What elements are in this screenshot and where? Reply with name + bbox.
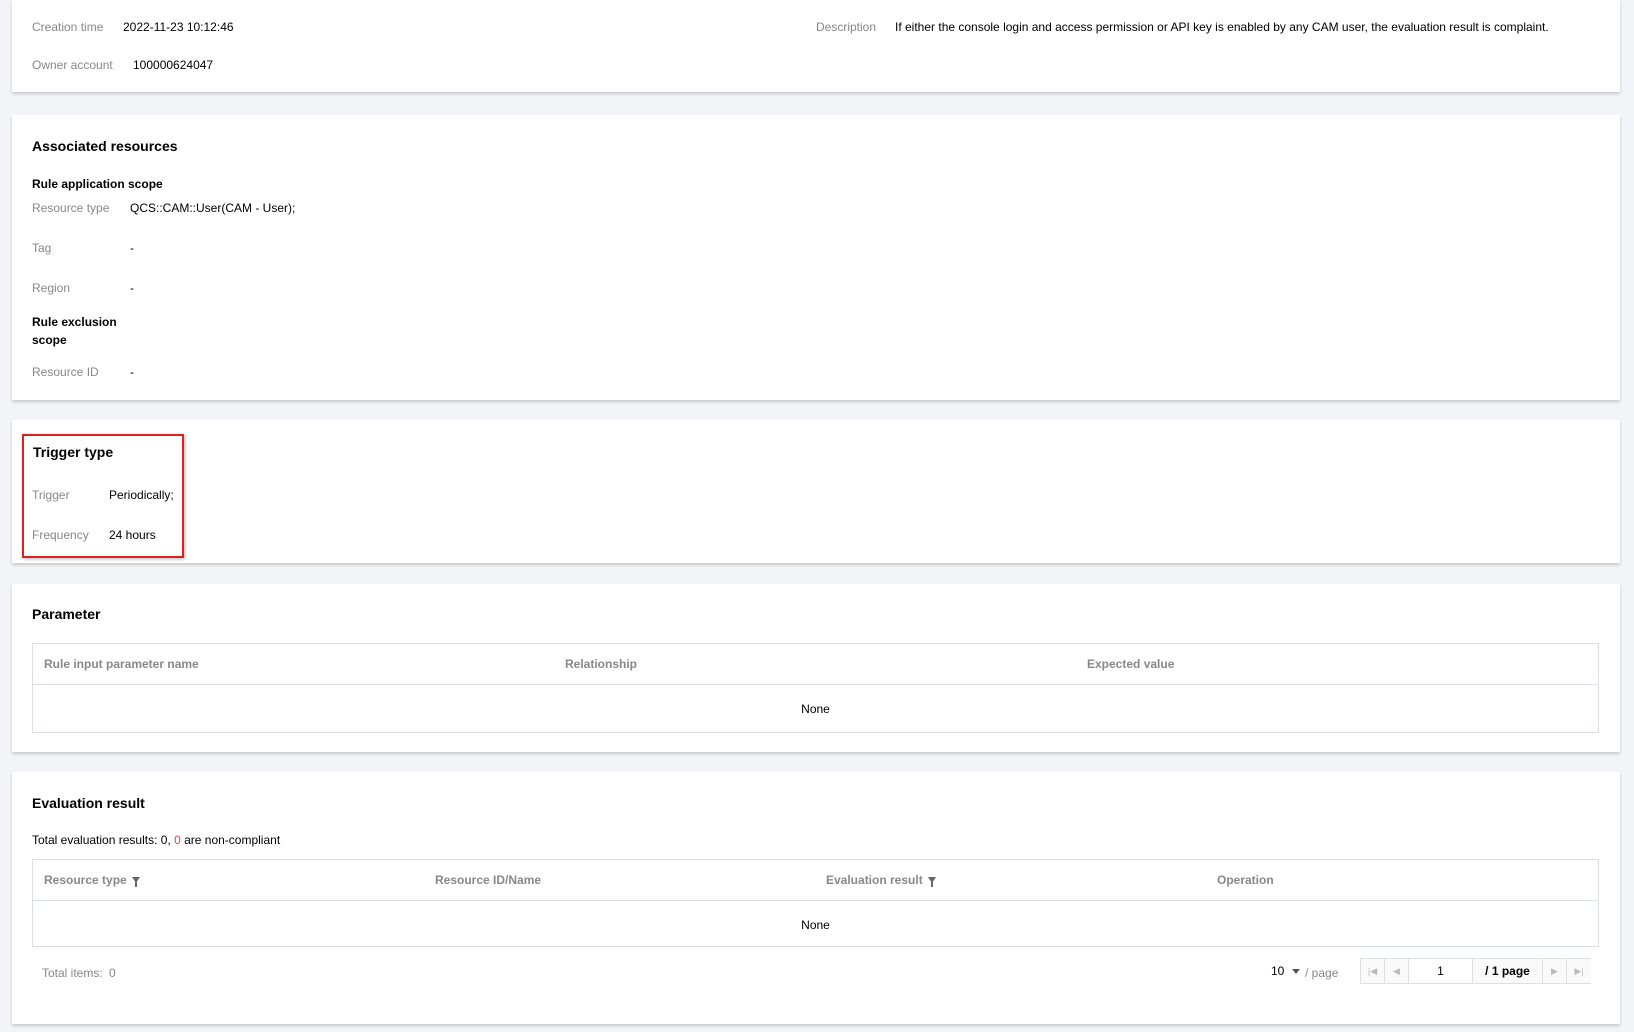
description-label: Description <box>816 20 877 34</box>
filter-icon[interactable] <box>131 877 140 887</box>
tag-value: - <box>130 241 134 255</box>
filter-icon[interactable] <box>927 877 936 887</box>
owner-account-label: Owner account <box>32 58 113 72</box>
empty-state: None <box>801 702 830 716</box>
noncompliant-count: 0 <box>174 833 181 847</box>
tag-label: Tag <box>32 241 52 255</box>
prev-page-button[interactable]: ◀ <box>1385 959 1409 983</box>
basic-info-card: Creation time 2022-11-23 10:12:46 Owner … <box>12 0 1620 92</box>
total-items-value: 0 <box>109 966 116 980</box>
region-label: Region <box>32 281 71 295</box>
description-value: If either the console login and access p… <box>895 20 1549 34</box>
page-number-input[interactable] <box>1409 959 1473 983</box>
column-header-expected-value: Expected value <box>1087 657 1175 671</box>
chevron-down-icon <box>1291 969 1300 974</box>
column-header-label: Resource type <box>44 873 127 887</box>
evaluation-result-title: Evaluation result <box>32 795 145 811</box>
resource-type-label: Resource type <box>32 201 110 215</box>
trigger-type-card: Trigger type Trigger Periodically; Frequ… <box>12 420 1620 563</box>
creation-time-label: Creation time <box>32 20 104 34</box>
page-size-select[interactable]: 10 <box>1271 964 1300 982</box>
page-total-label: / 1 page <box>1473 959 1543 983</box>
parameter-title: Parameter <box>32 606 101 622</box>
rule-application-scope-title: Rule application scope <box>32 177 163 191</box>
trigger-value: Periodically; <box>109 488 174 502</box>
column-header-evaluation-result[interactable]: Evaluation result <box>826 873 936 887</box>
region-value: - <box>130 281 134 295</box>
resource-type-value: QCS::CAM::User(CAM - User); <box>130 201 296 215</box>
table-header: Rule input parameter name Relationship E… <box>33 644 1598 685</box>
first-page-button[interactable]: |◀ <box>1361 959 1385 983</box>
resource-id-value: - <box>130 365 134 379</box>
pagination-control: |◀ ◀ / 1 page ▶ ▶| <box>1360 958 1591 984</box>
creation-time-value: 2022-11-23 10:12:46 <box>123 20 234 34</box>
trigger-type-title: Trigger type <box>33 444 114 460</box>
frequency-label: Frequency <box>32 528 89 542</box>
column-header-rule-input-parameter-name: Rule input parameter name <box>44 657 199 671</box>
frequency-value: 24 hours <box>109 528 156 542</box>
associated-resources-card: Associated resources Rule application sc… <box>12 115 1620 400</box>
rule-exclusion-scope-title-line1: Rule exclusion <box>32 315 117 329</box>
trigger-label: Trigger <box>32 488 70 502</box>
column-header-resource-type[interactable]: Resource type <box>44 873 140 887</box>
resource-id-label: Resource ID <box>32 365 99 379</box>
table-header: Resource type Resource ID/Name Evaluatio… <box>33 860 1598 901</box>
parameter-table: Rule input parameter name Relationship E… <box>32 643 1599 733</box>
last-page-button[interactable]: ▶| <box>1567 959 1591 983</box>
page-size-value: 10 <box>1271 964 1285 978</box>
column-header-resource-id-name: Resource ID/Name <box>435 873 542 887</box>
empty-state: None <box>801 918 830 932</box>
summary-suffix: are non-compliant <box>180 833 281 847</box>
next-page-button[interactable]: ▶ <box>1543 959 1567 983</box>
associated-resources-title: Associated resources <box>32 138 178 154</box>
column-header-relationship: Relationship <box>565 657 638 671</box>
owner-account-value: 100000624047 <box>133 58 214 72</box>
evaluation-table: Resource type Resource ID/Name Evaluatio… <box>32 859 1599 947</box>
rule-exclusion-scope-title-line2: scope <box>32 333 67 347</box>
summary-prefix: Total evaluation results: 0, <box>32 833 175 847</box>
column-header-label: Evaluation result <box>826 873 923 887</box>
total-items-label: Total items: <box>42 966 103 980</box>
per-page-label: / page <box>1305 966 1339 980</box>
parameter-card: Parameter Rule input parameter name Rela… <box>12 584 1620 752</box>
evaluation-result-card: Evaluation result Total evaluation resul… <box>12 772 1620 1024</box>
evaluation-summary: Total evaluation results: 0, 0 are non-c… <box>32 833 280 847</box>
column-header-operation: Operation <box>1217 873 1274 887</box>
